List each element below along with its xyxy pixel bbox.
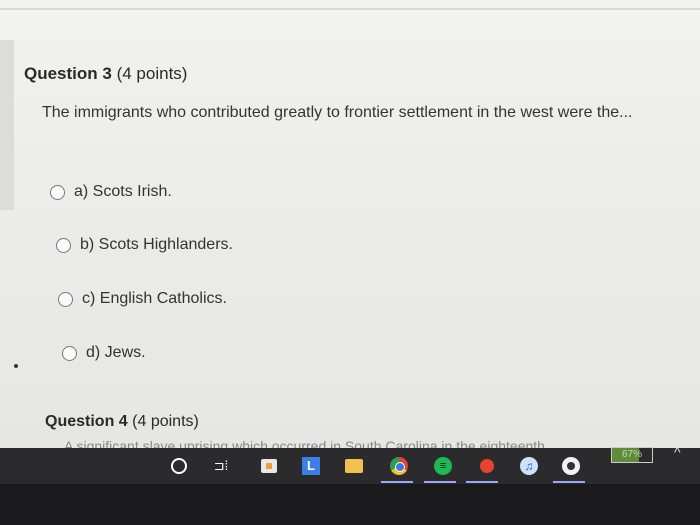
active-app-indicator (381, 481, 413, 483)
spotify-glyph: ≡ (434, 457, 452, 475)
chrome-icon[interactable] (388, 455, 410, 477)
folder-icon[interactable] (343, 455, 365, 477)
question-4-partial-text: A significant slave uprising which occur… (64, 438, 545, 448)
laptop-bezel (0, 484, 700, 525)
option-b-label: b) Scots Highlanders. (80, 236, 233, 253)
music-glyph: ♫ (520, 457, 538, 475)
red-circle-app-icon[interactable] (476, 455, 498, 477)
active-app-indicator (424, 481, 456, 483)
battery-label: 67% (621, 449, 642, 460)
option-b[interactable]: b) Scots Highlanders. (56, 233, 233, 257)
option-d-label: d) Jews. (86, 344, 146, 361)
question-4-title: Question 4 (45, 413, 128, 430)
task-view-icon[interactable]: ⊐⁞ (210, 455, 232, 477)
radio-option-d[interactable] (62, 345, 77, 361)
option-a-label: a) Scots Irish. (74, 183, 172, 200)
battery-indicator[interactable]: 67% (611, 447, 653, 463)
chevron-up-icon[interactable]: ^ (674, 444, 681, 460)
question-3-points: (4 points) (116, 64, 188, 83)
question-4-points: (4 points) (132, 413, 199, 430)
option-d[interactable]: d) Jews. (62, 341, 146, 365)
l-app-icon[interactable]: L (300, 455, 322, 477)
active-app-indicator (553, 481, 585, 483)
option-a[interactable]: a) Scots Irish. (50, 180, 172, 204)
disc-app-icon[interactable] (560, 455, 582, 477)
question-4-header: Question 4 (4 points) (45, 413, 199, 431)
question-3-header: Question 3 (4 points) (24, 64, 187, 84)
question-3-text: The immigrants who contributed greatly t… (42, 104, 633, 121)
spotify-icon[interactable]: ≡ (432, 455, 454, 477)
l-app-letter: L (302, 457, 320, 475)
question-3-title: Question 3 (24, 64, 112, 83)
active-app-indicator (466, 481, 498, 483)
radio-option-a[interactable] (50, 184, 65, 200)
radio-option-b[interactable] (56, 237, 71, 253)
top-divider (0, 8, 700, 10)
cursor-dot (14, 364, 18, 368)
lms-quiz-screen: Question 3 (4 points) The immigrants who… (0, 0, 700, 448)
option-c[interactable]: c) English Catholics. (58, 287, 227, 311)
radio-option-c[interactable] (58, 291, 73, 307)
left-sidebar-edge (0, 40, 14, 210)
option-c-label: c) English Catholics. (82, 290, 227, 307)
music-icon[interactable]: ♫ (518, 455, 540, 477)
search-icon[interactable] (168, 455, 190, 477)
store-icon[interactable] (258, 455, 280, 477)
